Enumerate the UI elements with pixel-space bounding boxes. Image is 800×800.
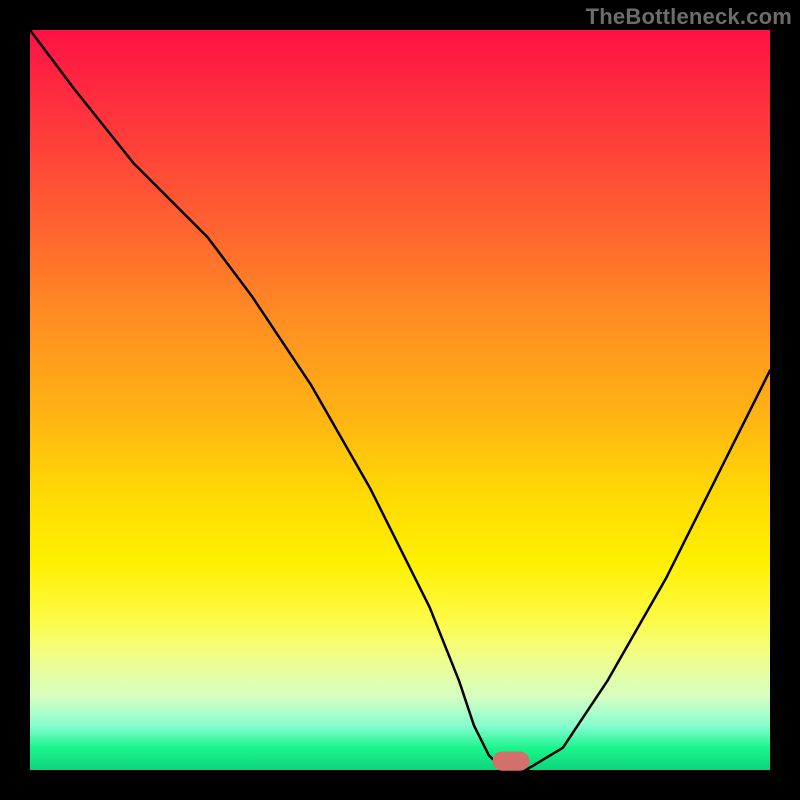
chart-frame: TheBottleneck.com bbox=[0, 0, 800, 800]
bottleneck-curve bbox=[30, 30, 770, 770]
optimal-marker bbox=[493, 752, 530, 771]
chart-svg bbox=[30, 30, 770, 770]
watermark-text: TheBottleneck.com bbox=[586, 4, 792, 30]
